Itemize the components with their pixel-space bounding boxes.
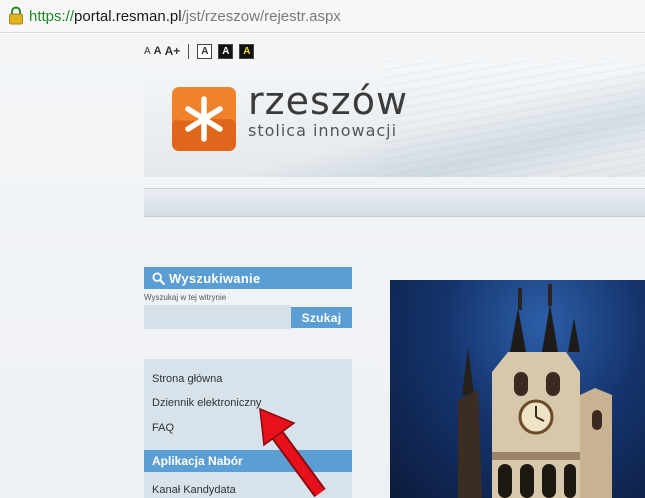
top-navigation — [144, 188, 645, 217]
font-size-larger[interactable]: A+ — [165, 44, 181, 58]
contrast-black-white[interactable]: A — [218, 43, 234, 59]
address-bar[interactable]: https://portal.resman.pl/jst/rzeszow/rej… — [0, 0, 645, 33]
logo-tagline: stolica innowacji — [248, 121, 398, 140]
contrast-default[interactable]: A — [197, 43, 213, 59]
menu-item-candidate-channel[interactable]: Kanał Kandydata — [152, 484, 236, 496]
url-host: portal.resman.pl — [74, 7, 182, 25]
url-path: /jst/rzeszow/rejestr.aspx — [181, 7, 341, 25]
menu-item-faq[interactable]: FAQ — [152, 422, 174, 434]
search-panel-header: Wyszukiwanie — [144, 267, 352, 289]
town-hall-photo — [390, 280, 645, 498]
menu-item-home[interactable]: Strona główna — [152, 373, 222, 385]
search-title: Wyszukiwanie — [169, 270, 261, 286]
logo-wordmark[interactable]: rzeszów — [248, 82, 408, 120]
town-hall-image — [458, 284, 612, 498]
font-size-large[interactable]: A — [154, 45, 162, 57]
rzeszow-logo-icon[interactable] — [168, 83, 240, 155]
url-scheme: https:// — [29, 7, 75, 25]
divider — [188, 43, 190, 59]
lock-icon — [9, 6, 23, 25]
red-pointer-arrow-icon — [259, 407, 326, 498]
search-button[interactable]: Szukaj — [291, 307, 352, 328]
url-text[interactable]: https://portal.resman.pl/jst/rzeszow/rej… — [29, 8, 341, 25]
accessibility-bar: A A A+ A A A — [144, 42, 257, 60]
menu-item-electronic-journal[interactable]: Dziennik elektroniczny — [152, 397, 261, 409]
search-input[interactable] — [144, 305, 291, 329]
font-size-normal[interactable]: A — [144, 46, 151, 57]
header-banner: rzeszów stolica innowacji — [144, 61, 645, 177]
contrast-black-yellow[interactable]: A — [239, 43, 255, 59]
search-hint: Wyszukaj w tej witrynie — [144, 293, 227, 302]
search-icon — [152, 271, 165, 285]
